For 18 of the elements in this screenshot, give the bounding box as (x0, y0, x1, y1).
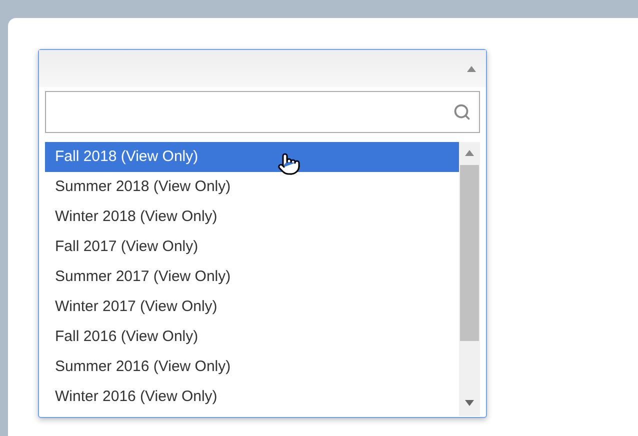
term-option[interactable]: Fall 2016 (View Only) (45, 322, 459, 352)
term-option[interactable]: Summer 2018 (View Only) (45, 172, 459, 202)
term-option[interactable]: Winter 2017 (View Only) (45, 292, 459, 322)
term-option[interactable]: Fall 2018 (View Only) (45, 142, 459, 172)
scroll-down-icon (465, 400, 474, 406)
search-icon (453, 103, 471, 121)
scroll-thumb[interactable] (460, 165, 479, 341)
term-option[interactable]: Summer 2017 (View Only) (45, 262, 459, 292)
caret-up-icon (467, 66, 476, 72)
term-option[interactable]: Winter 2016 (View Only) (45, 382, 459, 412)
term-option[interactable]: Fall 2017 (View Only) (45, 232, 459, 262)
term-option[interactable]: Summer 2016 (View Only) (45, 352, 459, 382)
search-field[interactable] (45, 91, 480, 133)
term-option[interactable]: Winter 2018 (View Only) (45, 202, 459, 232)
dropdown-header[interactable] (39, 50, 486, 87)
scrollbar[interactable] (459, 142, 480, 416)
hand-cursor-icon (277, 152, 301, 176)
scroll-up-icon (465, 150, 474, 156)
